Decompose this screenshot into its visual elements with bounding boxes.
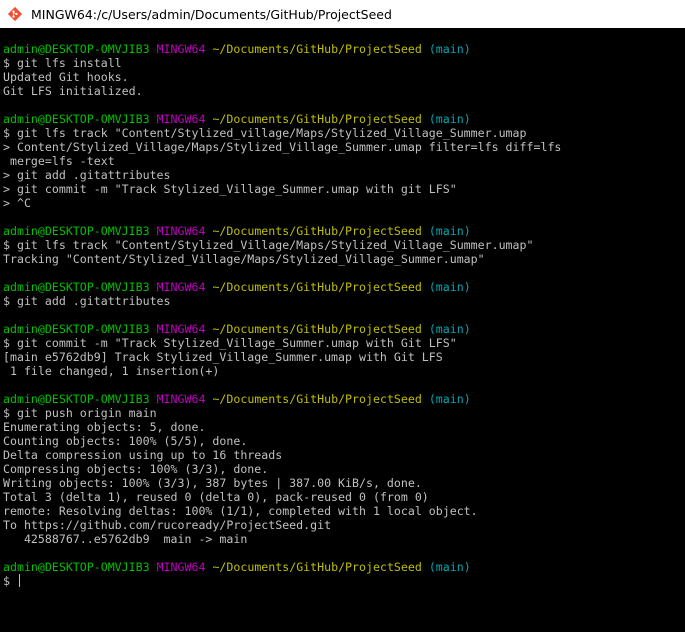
output-line: Writing objects: 100% (3/3), 387 bytes |…	[3, 476, 685, 490]
output-line: remote: Resolving deltas: 100% (1/1), co…	[3, 504, 685, 518]
prompt-user-host: admin@DESKTOP-OMVJIB3	[3, 392, 150, 406]
output-text: 42588767..e5762db9 main -> main	[3, 532, 248, 546]
prompt-line: admin@DESKTOP-OMVJIB3 MINGW64 ~/Document…	[3, 42, 685, 56]
prompt-line: admin@DESKTOP-OMVJIB3 MINGW64 ~/Document…	[3, 392, 685, 406]
output-line: Counting objects: 100% (5/5), done.	[3, 434, 685, 448]
output-text: > ^C	[3, 196, 31, 210]
output-line: > git commit -m "Track Stylized_Village_…	[3, 182, 685, 196]
output-text: > git add .gitattributes	[3, 168, 171, 182]
output-text: > git commit -m "Track Stylized_Village_…	[3, 182, 457, 196]
output-line: 42588767..e5762db9 main -> main	[3, 532, 685, 546]
output-text: Delta compression using up to 16 threads	[3, 448, 283, 462]
output-line: > Content/Stylized_Village/Maps/Stylized…	[3, 140, 685, 154]
prompt-system: MINGW64	[156, 280, 206, 294]
prompt-user-host: admin@DESKTOP-OMVJIB3	[3, 280, 150, 294]
output-text: $ git lfs track "Content/Stylized_Villag…	[3, 238, 534, 252]
prompt-path: ~/Documents/GitHub/ProjectSeed	[212, 280, 422, 294]
prompt-path: ~/Documents/GitHub/ProjectSeed	[212, 560, 422, 574]
prompt-branch: (main)	[428, 280, 471, 294]
terminal-window: MINGW64:/c/Users/admin/Documents/GitHub/…	[0, 0, 685, 632]
output-text: Writing objects: 100% (3/3), 387 bytes |…	[3, 476, 422, 490]
output-text: To https://github.com/rucoready/ProjectS…	[3, 518, 332, 532]
prompt-path: ~/Documents/GitHub/ProjectSeed	[212, 42, 422, 56]
output-line: > ^C	[3, 196, 685, 210]
prompt-line: admin@DESKTOP-OMVJIB3 MINGW64 ~/Document…	[3, 112, 685, 126]
output-line: $ git push origin main	[3, 406, 685, 420]
prompt-branch: (main)	[428, 322, 471, 336]
output-text: merge=lfs -text	[3, 154, 115, 168]
terminal-output[interactable]: admin@DESKTOP-OMVJIB3 MINGW64 ~/Document…	[3, 42, 685, 632]
prompt-system: MINGW64	[156, 112, 206, 126]
output-text: > Content/Stylized_Village/Maps/Stylized…	[3, 140, 562, 154]
prompt-branch: (main)	[428, 112, 471, 126]
output-line: Tracking "Content/Stylized_Village/Maps/…	[3, 252, 685, 266]
prompt-line: admin@DESKTOP-OMVJIB3 MINGW64 ~/Document…	[3, 224, 685, 238]
output-text: 1 file changed, 1 insertion(+)	[3, 364, 220, 378]
prompt-line: admin@DESKTOP-OMVJIB3 MINGW64 ~/Document…	[3, 280, 685, 294]
output-text: [main e5762db9] Track Stylized_Village_S…	[3, 350, 443, 364]
prompt-system: MINGW64	[156, 392, 206, 406]
output-line: $ git commit -m "Track Stylized_Village_…	[3, 336, 685, 350]
output-text: Tracking "Content/Stylized_Village/Maps/…	[3, 252, 485, 266]
prompt-path: ~/Documents/GitHub/ProjectSeed	[212, 392, 422, 406]
prompt-user-host: admin@DESKTOP-OMVJIB3	[3, 112, 150, 126]
prompt-branch: (main)	[428, 392, 471, 406]
output-text: Compressing objects: 100% (3/3), done.	[3, 462, 269, 476]
output-text: remote: Resolving deltas: 100% (1/1), co…	[3, 504, 478, 518]
output-text: $ git lfs install	[3, 56, 122, 70]
output-text: $ git commit -m "Track Stylized_Village_…	[3, 336, 457, 350]
output-text: $ git lfs track "Content/Stylized_villag…	[3, 126, 527, 140]
prompt-path: ~/Documents/GitHub/ProjectSeed	[212, 224, 422, 238]
output-text: Git LFS initialized.	[3, 84, 143, 98]
output-line: Updated Git hooks.	[3, 70, 685, 84]
prompt-branch: (main)	[428, 224, 471, 238]
output-text: Updated Git hooks.	[3, 70, 129, 84]
output-line: Total 3 (delta 1), reused 0 (delta 0), p…	[3, 490, 685, 504]
output-line: > git add .gitattributes	[3, 168, 685, 182]
window-title: MINGW64:/c/Users/admin/Documents/GitHub/…	[31, 6, 392, 22]
text-cursor[interactable]	[18, 574, 20, 587]
output-text: $ git push origin main	[3, 406, 157, 420]
output-text: Enumerating objects: 5, done.	[3, 420, 206, 434]
output-text: $ git add .gitattributes	[3, 294, 171, 308]
prompt-system: MINGW64	[156, 322, 206, 336]
output-line: Delta compression using up to 16 threads	[3, 448, 685, 462]
prompt-user-host: admin@DESKTOP-OMVJIB3	[3, 560, 150, 574]
prompt-branch: (main)	[428, 42, 471, 56]
output-line: To https://github.com/rucoready/ProjectS…	[3, 518, 685, 532]
output-line: $ git lfs track "Content/Stylized_Villag…	[3, 238, 685, 252]
prompt-path: ~/Documents/GitHub/ProjectSeed	[212, 112, 422, 126]
output-text: Counting objects: 100% (5/5), done.	[3, 434, 248, 448]
output-line: Compressing objects: 100% (3/3), done.	[3, 462, 685, 476]
output-line: Enumerating objects: 5, done.	[3, 420, 685, 434]
output-line: 1 file changed, 1 insertion(+)	[3, 364, 685, 378]
prompt-branch: (main)	[428, 560, 471, 574]
title-bar[interactable]: MINGW64:/c/Users/admin/Documents/GitHub/…	[0, 0, 685, 28]
output-line: $ git add .gitattributes	[3, 294, 685, 308]
prompt-user-host: admin@DESKTOP-OMVJIB3	[3, 42, 150, 56]
prompt-line: admin@DESKTOP-OMVJIB3 MINGW64 ~/Document…	[3, 560, 685, 574]
output-text: Total 3 (delta 1), reused 0 (delta 0), p…	[3, 490, 429, 504]
prompt-user-host: admin@DESKTOP-OMVJIB3	[3, 322, 150, 336]
prompt-system: MINGW64	[156, 42, 206, 56]
prompt-system: MINGW64	[156, 224, 206, 238]
output-line: Git LFS initialized.	[3, 84, 685, 98]
git-bash-icon	[7, 6, 23, 22]
prompt-user-host: admin@DESKTOP-OMVJIB3	[3, 224, 150, 238]
prompt-system: MINGW64	[156, 560, 206, 574]
input-prompt-symbol: $	[3, 574, 17, 588]
output-line: [main e5762db9] Track Stylized_Village_S…	[3, 350, 685, 364]
output-line: $ git lfs track "Content/Stylized_villag…	[3, 126, 685, 140]
prompt-line: admin@DESKTOP-OMVJIB3 MINGW64 ~/Document…	[3, 322, 685, 336]
input-line[interactable]: $	[3, 574, 685, 588]
prompt-path: ~/Documents/GitHub/ProjectSeed	[212, 322, 422, 336]
output-line: $ git lfs install	[3, 56, 685, 70]
output-line: merge=lfs -text	[3, 154, 685, 168]
